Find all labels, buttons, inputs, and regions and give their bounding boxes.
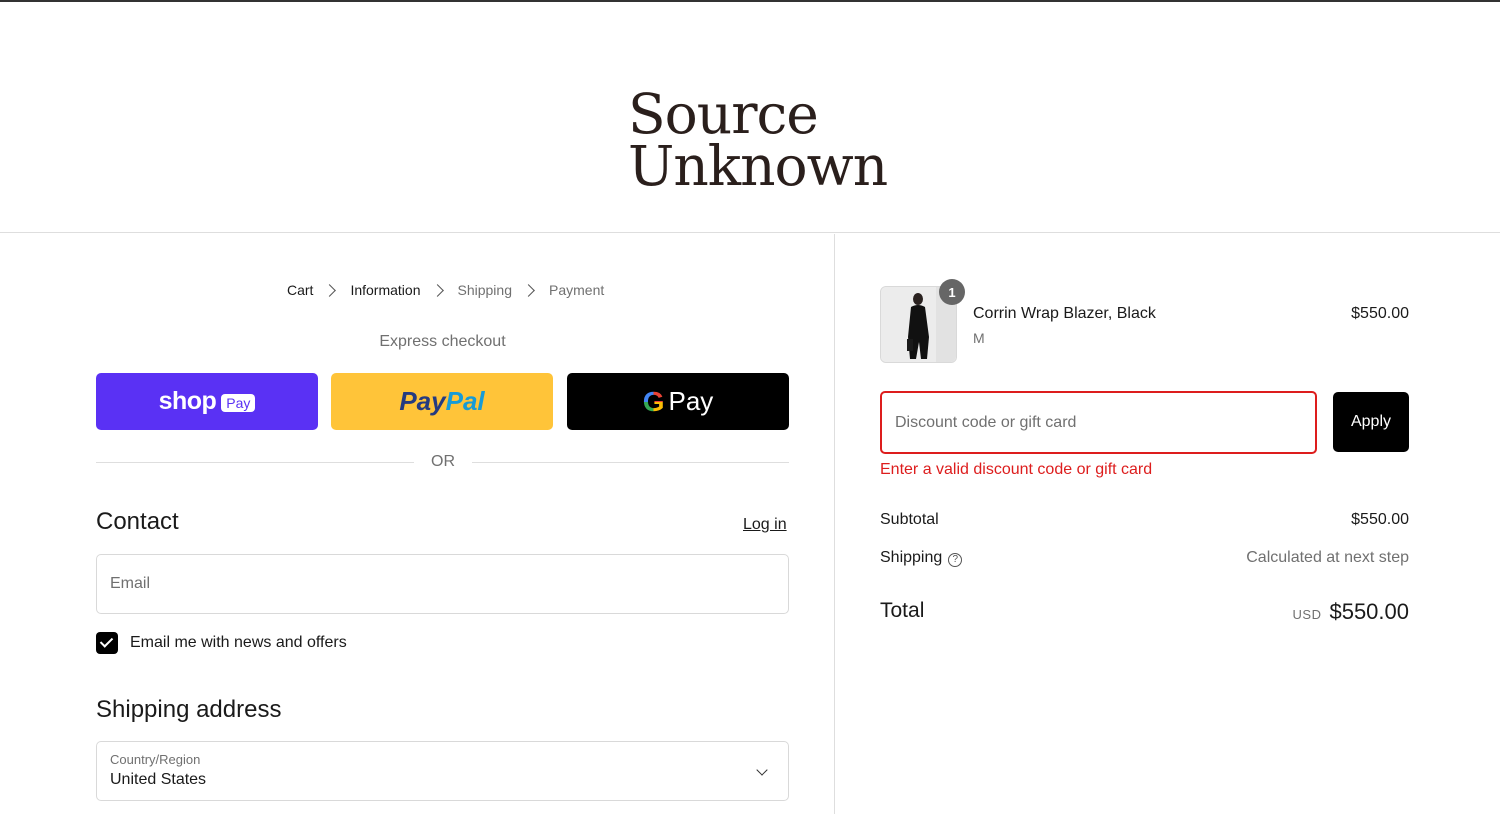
chevron-right-icon <box>323 283 337 297</box>
country-region-value: United States <box>110 771 207 788</box>
breadcrumb-information: Information <box>350 282 421 298</box>
total-value: $550.00 <box>1329 599 1409 624</box>
divider-line <box>472 462 789 463</box>
paypal-button[interactable]: Pay Pal <box>331 373 553 430</box>
apply-discount-button[interactable]: Apply <box>1333 392 1409 452</box>
shipping-value: Calculated at next step <box>1246 549 1409 566</box>
product-price: $550.00 <box>1351 305 1409 322</box>
or-divider: OR <box>96 452 789 472</box>
google-pay-label: Pay <box>668 386 714 416</box>
email-field[interactable] <box>96 554 789 614</box>
total-amount: USD $550.00 <box>1293 599 1409 625</box>
newsletter-checkbox-label[interactable]: Email me with news and offers <box>130 634 347 652</box>
shop-pay-badge: Pay <box>221 394 256 412</box>
shop-pay-button[interactable]: shop Pay <box>96 373 318 430</box>
paypal-logo-pay: Pay <box>399 386 446 416</box>
column-divider <box>834 234 835 814</box>
subtotal-value: $550.00 <box>1351 511 1409 528</box>
newsletter-checkbox[interactable] <box>96 632 118 654</box>
breadcrumb: Cart Information Shipping Payment <box>287 280 604 300</box>
breadcrumb-payment: Payment <box>549 282 605 298</box>
brand-logo-line2: Unknown <box>628 134 888 198</box>
express-checkout-label: Express checkout <box>379 333 506 350</box>
or-text: OR <box>431 453 455 470</box>
breadcrumb-shipping: Shipping <box>457 282 513 298</box>
site-header: Source Unknown <box>0 2 1500 233</box>
quantity-badge: 1 <box>939 279 965 305</box>
brand-logo-line1: Source <box>628 82 819 146</box>
currency-code: USD <box>1292 607 1322 622</box>
shipping-address-heading: Shipping address <box>96 696 282 723</box>
shipping-row: Shipping? Calculated at next step <box>880 549 1409 567</box>
country-region-label: Country/Region <box>110 752 201 767</box>
discount-code-input[interactable] <box>880 391 1317 454</box>
breadcrumb-cart[interactable]: Cart <box>287 282 313 298</box>
question-circle-icon[interactable]: ? <box>948 553 963 567</box>
brand-logo[interactable]: Source Unknown <box>628 82 888 198</box>
discount-error-message: Enter a valid discount code or gift card <box>880 461 1153 478</box>
shipping-label: Shipping <box>880 549 943 566</box>
chevron-right-icon <box>522 283 535 297</box>
shop-pay-logo: shop <box>158 387 217 415</box>
chevron-down-icon <box>756 764 768 776</box>
google-pay-button[interactable]: G Pay <box>567 373 789 430</box>
subtotal-label: Subtotal <box>880 511 939 528</box>
paypal-logo-pal: Pal <box>445 386 485 416</box>
login-link[interactable]: Log in <box>743 516 787 534</box>
contact-heading: Contact <box>96 508 179 535</box>
divider-line <box>96 462 414 463</box>
product-name: Corrin Wrap Blazer, Black <box>973 305 1156 322</box>
subtotal-row: Subtotal $550.00 <box>880 511 1409 529</box>
total-label: Total <box>880 599 925 622</box>
total-row: Total USD $550.00 <box>880 599 1409 629</box>
chevron-right-icon <box>430 283 444 297</box>
product-variant: M <box>973 330 985 346</box>
country-region-select[interactable]: Country/Region United States <box>96 741 789 801</box>
google-g-icon: G <box>642 385 665 417</box>
